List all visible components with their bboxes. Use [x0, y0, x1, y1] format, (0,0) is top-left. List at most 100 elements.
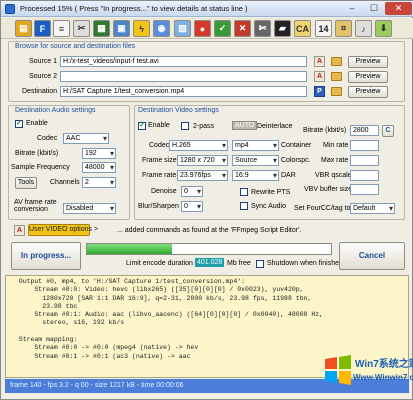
ffmpeg-icon[interactable]: F	[34, 20, 51, 37]
sample-frequency-select[interactable]: 48000	[82, 162, 116, 173]
video-bitrate-field[interactable]: 2800	[350, 125, 379, 136]
download-icon[interactable]: ⬇	[375, 20, 392, 37]
audio-codec-select[interactable]: AAC	[63, 133, 109, 144]
watermark-url: Www.Winwin7.com	[353, 373, 413, 382]
rewrite-pts-label: Rewrite PTS	[251, 189, 291, 196]
apple-icon[interactable]: ●	[194, 20, 211, 37]
speaker-icon[interactable]: ♪	[355, 20, 372, 37]
shutdown-checkbox[interactable]	[256, 260, 264, 268]
avframe-select[interactable]: Disabled	[63, 203, 116, 214]
destination-folder-icon[interactable]	[331, 87, 342, 96]
frame-rate-select[interactable]: 23.976fps	[177, 170, 228, 181]
source2-field[interactable]	[60, 71, 307, 82]
avframe-label: AV frame rate conversion	[14, 199, 57, 213]
toolbar: ▤ F ≡ ✂ ▦ ▣ ϟ ◉ ▨ ● ✓ ✕ ✄ ▰ CA 14 ⌗ ♪ ⬇	[1, 18, 413, 39]
source1-field[interactable]: H:/x-test_videos/input-f test.avi	[60, 56, 307, 67]
eye-icon[interactable]: ◉	[153, 20, 170, 37]
calendar-14-icon[interactable]: 14	[315, 20, 332, 37]
destination-preview-button[interactable]: Preview	[348, 86, 388, 98]
denoise-label: Denoise	[151, 188, 177, 195]
rewrite-pts-checkbox[interactable]	[240, 188, 248, 196]
close-button[interactable]: ✕	[385, 2, 412, 15]
user-video-options-button[interactable]: User VIDEO options >	[28, 224, 98, 236]
frame-rate-label: Frame rate	[142, 172, 177, 179]
audio-enable-checkbox[interactable]: ✓	[15, 120, 23, 128]
video-enable-label: Enable	[148, 122, 170, 129]
limit-encode-label: Limit encode duration	[126, 260, 193, 267]
blur-sharpen-select[interactable]: 0	[181, 201, 203, 212]
window-title: Processed 15% ( Press "In progress..." t…	[20, 4, 248, 13]
cancel-button[interactable]: Cancel	[339, 242, 405, 270]
user-options-info-icon[interactable]: A	[14, 225, 25, 236]
watermark-brand: Win7系统之家	[355, 359, 413, 370]
source1-preview-button[interactable]: Preview	[348, 56, 388, 68]
source2-folder-icon[interactable]	[331, 72, 342, 81]
vbv-buffer-field[interactable]	[350, 184, 379, 195]
cut-icon[interactable]: ✂	[73, 20, 90, 37]
dar-select[interactable]: 16:9	[232, 170, 279, 181]
gallery-icon[interactable]: ▣	[113, 20, 130, 37]
open-folder-icon[interactable]: ▤	[15, 20, 32, 37]
p-badge-icon[interactable]: P	[314, 86, 325, 97]
frame-size-select[interactable]: 1280 x 720	[177, 155, 228, 166]
source1-folder-icon[interactable]	[331, 57, 342, 66]
dar-label: DAR	[281, 172, 296, 179]
mb-free-value: 401.028	[195, 258, 225, 267]
check-icon[interactable]: ✓	[214, 20, 231, 37]
scissors-icon[interactable]: ✄	[254, 20, 271, 37]
source1-info-icon[interactable]: A	[314, 56, 325, 67]
filmslate-icon[interactable]: ▰	[274, 20, 291, 37]
fourcc-label: Set FourCC/tag to	[294, 205, 351, 212]
maxrate-label: Max rate	[321, 157, 349, 164]
console-line: stereo, s16, 192 kb/s	[11, 319, 125, 327]
container-select[interactable]: mp4	[232, 140, 279, 151]
source2-label: Source 2	[29, 73, 58, 80]
title-bar: Processed 15% ( Press "In progress..." t…	[1, 1, 413, 17]
shutdown-label: Shutdown when finished	[267, 260, 343, 267]
minrate-label: Min rate	[323, 142, 349, 149]
video-enable-checkbox[interactable]: ✓	[138, 122, 146, 130]
source2-preview-button[interactable]: Preview	[348, 71, 388, 83]
crop-icon[interactable]: ⌗	[335, 20, 352, 37]
source1-label: Source 1	[29, 58, 58, 65]
bitrate-calc-button[interactable]: C	[382, 125, 394, 137]
ca-icon[interactable]: CA	[294, 20, 311, 37]
audio-codec-label: Codec	[37, 135, 58, 142]
picture-icon[interactable]: ▨	[174, 20, 191, 37]
source2-info-icon[interactable]: A	[314, 71, 325, 82]
colorspc-label: Colorspc.	[281, 157, 311, 164]
console-line: 1280x720 [SAR 1:1 DAR 16:9], q=2-31, 280…	[11, 294, 312, 302]
lightning-icon[interactable]: ϟ	[133, 20, 150, 37]
auto-deinterlace-toggle[interactable]: AUTO	[232, 121, 258, 130]
sync-audio-checkbox[interactable]	[240, 202, 248, 210]
twopass-label: 2-pass	[193, 123, 215, 130]
sample-frequency-label: Sample Frequency	[11, 164, 70, 171]
twopass-checkbox[interactable]	[181, 122, 189, 130]
frame-size-mode-select[interactable]: Source	[232, 155, 279, 166]
vbr-qscale-label: VBR qscale	[315, 172, 352, 179]
video-codec-select[interactable]: H.265	[169, 140, 228, 151]
tools-button[interactable]: Tools	[15, 177, 37, 189]
destination-field[interactable]: H:/SAT Capture 1/test_conversion.mp4	[60, 86, 307, 97]
channels-select[interactable]: 2	[82, 177, 116, 188]
maximize-button[interactable]: ☐	[363, 2, 385, 15]
audio-bitrate-select[interactable]: 192	[82, 148, 116, 159]
vbr-qscale-field[interactable]	[350, 170, 379, 181]
fourcc-select[interactable]: Default	[350, 203, 395, 214]
windows-logo-icon	[325, 355, 351, 385]
maxrate-field[interactable]	[350, 155, 379, 166]
channels-label: Channels	[50, 179, 80, 186]
denoise-select[interactable]: 0	[181, 186, 203, 197]
in-progress-button[interactable]: In progress...	[11, 242, 81, 270]
user-options-message: ... added commands as found at the 'FFmp…	[117, 227, 302, 234]
container-label: Container	[281, 142, 312, 149]
console-line: Stream mapping:	[11, 336, 78, 344]
close-x-icon[interactable]: ✕	[234, 20, 251, 37]
minrate-field[interactable]	[350, 140, 379, 151]
text-icon[interactable]: ≡	[53, 20, 70, 37]
deinterlace-label: Deinterlace	[257, 123, 293, 130]
filmstrip-icon[interactable]: ▦	[93, 20, 110, 37]
console-line: Output #0, mp4, to 'H:/SAT Capture 1/tes…	[11, 278, 246, 285]
minimize-button[interactable]: –	[341, 2, 363, 15]
